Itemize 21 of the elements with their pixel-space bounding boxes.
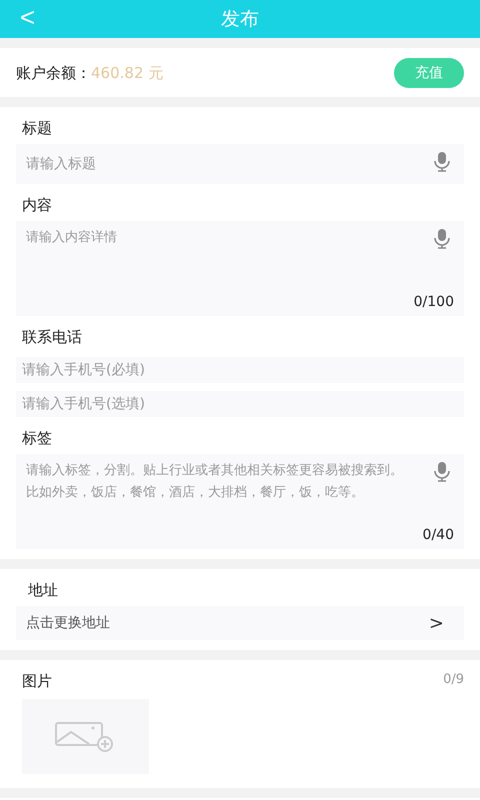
address-link[interactable]: 点击更换地址 (16, 614, 429, 632)
field-label: 图片 (21, 671, 53, 692)
input-field[interactable]: 请输入手机号(必填) (16, 357, 464, 383)
field-label: 标题 (21, 118, 53, 139)
field-label: 联系电话 (21, 327, 83, 348)
character-counter: 0/100 (414, 294, 454, 310)
microphone-icon[interactable] (434, 462, 450, 482)
microphone-icon[interactable] (434, 152, 450, 172)
chevron-icon: > (428, 612, 464, 634)
address-selector[interactable]: 点击更换地址 > (16, 606, 464, 640)
microphone-icon[interactable] (434, 229, 450, 249)
field-label: 地址 (27, 580, 59, 601)
character-counter: 0/40 (422, 527, 454, 543)
balance-label: 账户余额： (16, 64, 91, 82)
page-title: 发布 (221, 7, 259, 32)
field-label: 标签 (21, 428, 53, 449)
balance-amount: 460.82 元 (91, 64, 164, 82)
field-label: 内容 (21, 195, 53, 216)
picture-counter: 0/9 (443, 671, 464, 687)
input-field[interactable]: 请输入标题 (16, 144, 464, 184)
input-field[interactable]: 请输入手机号(选填) (16, 391, 464, 417)
